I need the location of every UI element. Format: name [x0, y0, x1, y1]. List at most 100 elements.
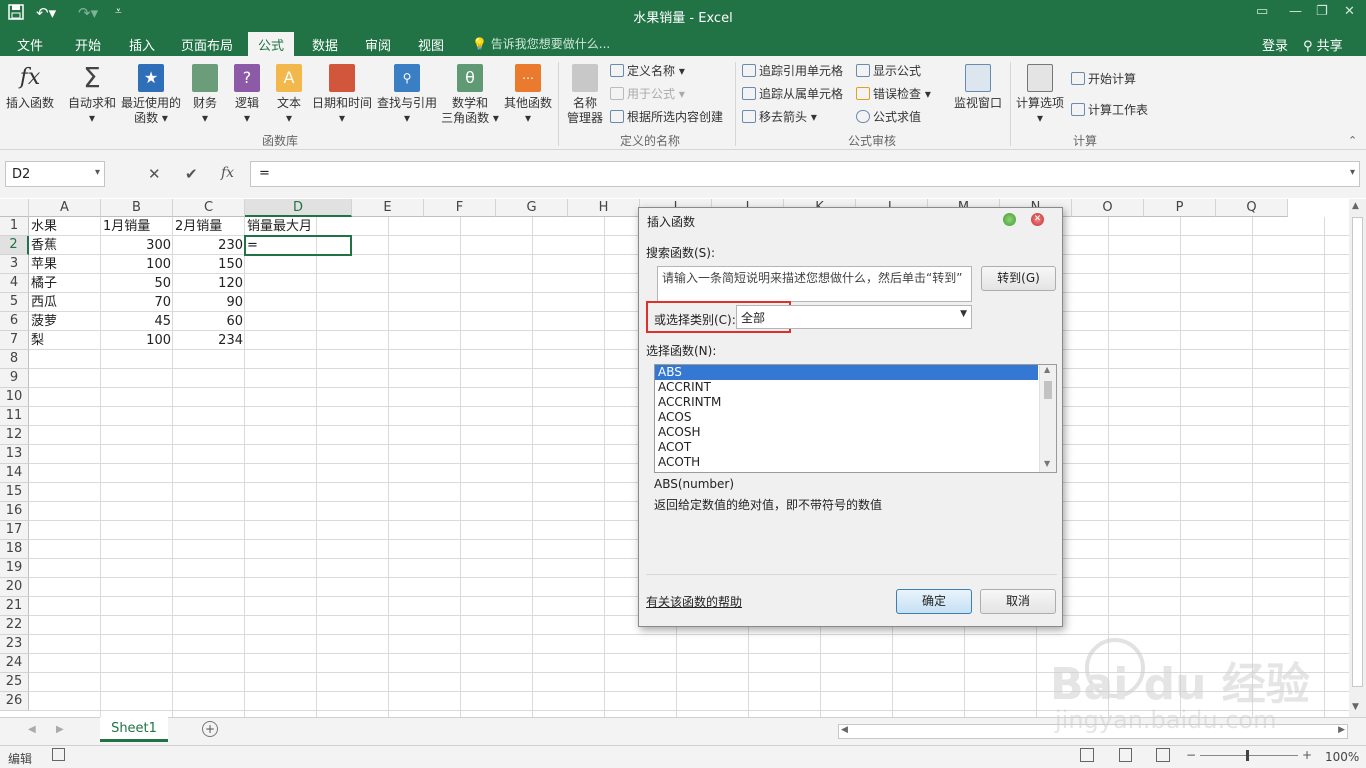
scroll-down-icon[interactable]: ▼: [1352, 702, 1359, 712]
cancel-entry-icon[interactable]: ✕: [148, 165, 161, 183]
column-header[interactable]: B: [101, 199, 173, 217]
row-header[interactable]: 15: [0, 483, 29, 502]
cell-a7[interactable]: 梨: [29, 331, 101, 350]
fx-icon[interactable]: fx: [221, 165, 234, 181]
chevron-down-icon[interactable]: ▾: [95, 167, 100, 178]
cell-b2[interactable]: 300: [101, 236, 173, 255]
error-checking-button[interactable]: 错误检查 ▾: [856, 85, 931, 102]
add-sheet-icon[interactable]: +: [202, 721, 218, 737]
row-header[interactable]: 7: [0, 331, 29, 350]
row-header[interactable]: 1: [0, 217, 29, 236]
row-header[interactable]: 8: [0, 350, 29, 369]
cell-c2[interactable]: 230: [173, 236, 245, 255]
cell-a1[interactable]: 水果: [29, 217, 101, 236]
zoom-in-icon[interactable]: +: [1302, 748, 1312, 762]
cell-b4[interactable]: 50: [101, 274, 173, 293]
tab-formulas[interactable]: 公式: [248, 32, 295, 56]
function-item[interactable]: ACOTH: [655, 455, 1038, 470]
scroll-thumb[interactable]: [1352, 217, 1363, 687]
column-header[interactable]: Q: [1216, 199, 1288, 217]
watch-window-button[interactable]: 监视窗口: [950, 64, 1006, 111]
function-item[interactable]: ACOT: [655, 440, 1038, 455]
name-manager-button[interactable]: 名称 管理器: [563, 64, 607, 126]
page-layout-view-icon[interactable]: [1119, 748, 1132, 762]
cell-a4[interactable]: 橘子: [29, 274, 101, 293]
scroll-left-icon[interactable]: ◀: [841, 725, 848, 735]
row-header[interactable]: 25: [0, 673, 29, 692]
tab-data[interactable]: 数据: [312, 35, 338, 54]
row-header[interactable]: 5: [0, 293, 29, 312]
column-header[interactable]: D: [245, 199, 352, 217]
lookup-button[interactable]: ⚲ 查找与引用 ▾: [376, 64, 438, 126]
close-icon[interactable]: ✕: [1031, 213, 1044, 226]
help-link[interactable]: 有关该函数的帮助: [646, 593, 742, 610]
expand-formula-icon[interactable]: ▾: [1350, 167, 1355, 178]
page-break-view-icon[interactable]: [1156, 748, 1170, 762]
scroll-down-icon[interactable]: ▼: [1044, 459, 1050, 468]
confirm-entry-icon[interactable]: ✔: [185, 165, 198, 183]
function-item[interactable]: ACCRINTM: [655, 395, 1038, 410]
cell-c6[interactable]: 60: [173, 312, 245, 331]
tab-home[interactable]: 开始: [75, 35, 101, 54]
cell-a2[interactable]: 香蕉: [29, 236, 101, 255]
row-header[interactable]: 26: [0, 692, 29, 711]
macro-record-icon[interactable]: [52, 748, 65, 761]
cell-a6[interactable]: 菠萝: [29, 312, 101, 331]
cancel-button[interactable]: 取消: [980, 589, 1056, 614]
row-header[interactable]: 21: [0, 597, 29, 616]
define-name-button[interactable]: 定义名称 ▾: [610, 62, 685, 79]
name-box[interactable]: D2 ▾: [5, 161, 105, 187]
cell-b3[interactable]: 100: [101, 255, 173, 274]
cell-b6[interactable]: 45: [101, 312, 173, 331]
row-header[interactable]: 6: [0, 312, 29, 331]
cell-b7[interactable]: 100: [101, 331, 173, 350]
function-list-scrollbar[interactable]: ▲ ▼: [1039, 365, 1056, 472]
scroll-up-icon[interactable]: ▲: [1044, 365, 1050, 374]
math-trig-button[interactable]: θ 数学和 三角函数 ▾: [441, 64, 499, 126]
zoom-slider[interactable]: [1200, 755, 1298, 756]
row-header[interactable]: 24: [0, 654, 29, 673]
column-header[interactable]: G: [496, 199, 568, 217]
minimize-icon[interactable]: —: [1289, 4, 1302, 19]
zoom-level[interactable]: 100%: [1325, 750, 1359, 764]
autosum-button[interactable]: Σ 自动求和 ▾: [66, 64, 118, 126]
logical-button[interactable]: ? 逻辑 ▾: [230, 64, 264, 126]
column-header[interactable]: F: [424, 199, 496, 217]
select-all-corner[interactable]: [0, 199, 29, 217]
row-header[interactable]: 11: [0, 407, 29, 426]
recent-functions-button[interactable]: ★ 最近使用的 函数 ▾: [120, 64, 182, 126]
search-function-input[interactable]: 请输入一条简短说明来描述您想做什么，然后单击“转到”: [657, 266, 972, 302]
formula-input[interactable]: = ▾: [250, 161, 1360, 187]
column-header[interactable]: E: [352, 199, 424, 217]
trace-dependents-button[interactable]: 追踪从属单元格: [742, 85, 843, 102]
category-select[interactable]: 全部 ▼: [736, 305, 972, 329]
column-header[interactable]: O: [1072, 199, 1144, 217]
function-item[interactable]: ACOS: [655, 410, 1038, 425]
column-header[interactable]: C: [173, 199, 245, 217]
tab-insert[interactable]: 插入: [129, 35, 155, 54]
text-button[interactable]: A 文本 ▾: [272, 64, 306, 126]
row-header[interactable]: 17: [0, 521, 29, 540]
column-header[interactable]: P: [1144, 199, 1216, 217]
cell-d1[interactable]: 销量最大月: [245, 217, 351, 236]
restore-icon[interactable]: ❐: [1316, 4, 1328, 19]
create-from-selection-button[interactable]: 根据所选内容创建: [610, 108, 723, 125]
cell-b5[interactable]: 70: [101, 293, 173, 312]
login-link[interactable]: 登录: [1262, 35, 1288, 54]
use-in-formula-button[interactable]: 用于公式 ▾: [610, 85, 685, 102]
next-sheet-icon[interactable]: ▶: [56, 724, 64, 735]
row-header[interactable]: 20: [0, 578, 29, 597]
cell-c7[interactable]: 234: [173, 331, 245, 350]
scroll-up-icon[interactable]: ▲: [1352, 201, 1359, 211]
chevron-down-icon[interactable]: ▼: [960, 309, 967, 319]
row-header[interactable]: 3: [0, 255, 29, 274]
ribbon-display-icon[interactable]: ▭: [1256, 4, 1268, 19]
row-header[interactable]: 23: [0, 635, 29, 654]
zoom-out-icon[interactable]: −: [1186, 748, 1196, 762]
help-icon[interactable]: [1003, 213, 1016, 226]
normal-view-icon[interactable]: [1080, 748, 1094, 762]
cell-c3[interactable]: 150: [173, 255, 245, 274]
tab-page-layout[interactable]: 页面布局: [181, 35, 233, 54]
row-header[interactable]: 18: [0, 540, 29, 559]
row-header[interactable]: 4: [0, 274, 29, 293]
